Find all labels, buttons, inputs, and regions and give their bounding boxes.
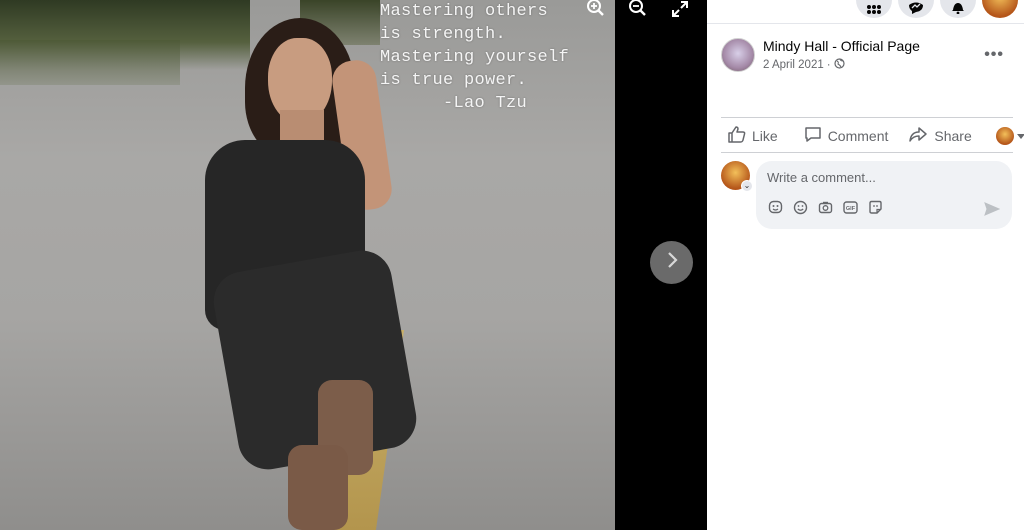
page-avatar[interactable]: [721, 38, 755, 72]
zoom-out-icon[interactable]: [624, 0, 652, 18]
zoom-in-icon[interactable]: [582, 0, 610, 18]
camera-icon[interactable]: [817, 199, 833, 215]
actions-top-divider: [721, 117, 1013, 118]
messenger-icon[interactable]: [898, 0, 934, 18]
like-button[interactable]: Like: [728, 126, 778, 146]
avatar-sticker-icon[interactable]: [867, 199, 883, 215]
chevron-right-icon: [665, 251, 679, 274]
comment-composer: ⌄ GIF: [721, 161, 1012, 229]
thumbs-up-icon: [728, 126, 746, 146]
post-meta: 2 April 2021 ·: [763, 58, 920, 72]
top-nav-icons: [856, 0, 1024, 20]
post-author-info: Mindy Hall - Official Page 2 April 2021 …: [763, 38, 920, 72]
share-label: Share: [934, 128, 972, 144]
reactor-avatar: [995, 127, 1014, 145]
post-author[interactable]: Mindy Hall - Official Page: [763, 38, 920, 54]
post-more-button[interactable]: •••: [984, 46, 1004, 64]
comment-input[interactable]: [767, 170, 997, 185]
meta-separator: ·: [826, 59, 831, 71]
gif-icon[interactable]: GIF: [842, 199, 858, 215]
next-photo-button[interactable]: [650, 241, 693, 284]
emoji-icon[interactable]: [792, 199, 808, 215]
photo-subject-boot: [288, 445, 348, 530]
photo-viewer: Mastering others is strength. Mastering …: [0, 0, 707, 530]
post-actions: Like Comment Share: [721, 126, 1024, 146]
svg-text:GIF: GIF: [845, 206, 855, 212]
chevron-down-icon[interactable]: ⌄: [741, 180, 753, 192]
react-as-selector[interactable]: [995, 127, 1024, 145]
comment-bubble-icon: [804, 126, 822, 146]
comment-tools: GIF: [767, 199, 883, 215]
post-photo[interactable]: Mastering others is strength. Mastering …: [0, 0, 615, 530]
photo-subject-legs: [209, 245, 421, 475]
top-nav-divider: [707, 23, 1024, 24]
caret-down-icon: [1016, 127, 1024, 145]
comment-label: Comment: [827, 128, 889, 144]
photo-lawn: [0, 40, 180, 85]
notifications-icon[interactable]: [940, 0, 976, 18]
actions-bottom-divider: [721, 152, 1013, 153]
comment-button[interactable]: Comment: [804, 126, 889, 146]
share-arrow-icon: [908, 126, 928, 146]
send-icon[interactable]: [984, 201, 1001, 217]
fullscreen-icon[interactable]: [666, 0, 694, 18]
post-header: Mindy Hall - Official Page 2 April 2021 …: [721, 38, 920, 72]
sticker-icon[interactable]: [767, 199, 783, 215]
menu-grid-icon[interactable]: [856, 0, 892, 18]
photo-quote-text: Mastering others is strength. Mastering …: [380, 2, 570, 113]
share-button[interactable]: Share: [908, 126, 972, 146]
post-side-panel: Mindy Hall - Official Page 2 April 2021 …: [707, 0, 1024, 530]
account-avatar[interactable]: [982, 0, 1018, 18]
my-avatar[interactable]: ⌄: [721, 161, 753, 192]
post-date[interactable]: 2 April 2021: [763, 59, 824, 71]
like-label: Like: [752, 128, 778, 144]
comment-box[interactable]: GIF: [756, 161, 1012, 229]
globe-icon: [833, 58, 845, 72]
